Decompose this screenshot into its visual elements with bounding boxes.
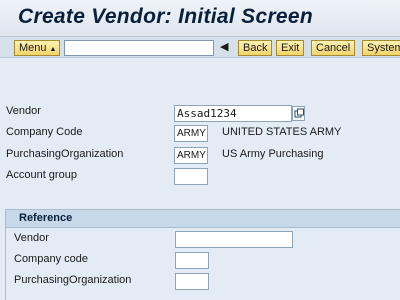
ref-vendor-label: Vendor	[14, 232, 49, 244]
reference-header: Reference	[6, 210, 400, 228]
vendor-field[interactable]: Assad1234	[174, 105, 292, 122]
command-field[interactable]	[64, 40, 214, 56]
menu-button-label: Menu	[19, 42, 47, 54]
company-code-description: UNITED STATES ARMY	[222, 126, 342, 138]
ref-company-code-field[interactable]	[175, 252, 209, 269]
ref-vendor-field[interactable]	[175, 231, 293, 248]
triangle-down-icon: ▲	[49, 46, 57, 53]
purch-org-description: US Army Purchasing	[222, 148, 324, 160]
ref-purch-org-field[interactable]	[175, 273, 209, 290]
back-button[interactable]: Back	[238, 40, 273, 56]
purch-org-label: PurchasingOrganization	[6, 148, 124, 160]
ref-purch-org-label: PurchasingOrganization	[14, 274, 132, 286]
reference-title: Reference	[19, 212, 73, 224]
title-bar: Create Vendor: Initial Screen	[0, 0, 400, 36]
purch-org-field[interactable]: ARMY	[174, 147, 208, 164]
toolbar: Menu ▲ ◀ Back Exit Cancel System	[0, 36, 400, 58]
menu-button[interactable]: Menu ▲	[14, 40, 60, 56]
account-group-field[interactable]	[174, 168, 208, 185]
account-group-label: Account group	[6, 169, 77, 181]
vendor-label: Vendor	[6, 105, 41, 117]
company-code-field[interactable]: ARMY	[174, 125, 208, 142]
ref-company-code-label: Company code	[14, 253, 88, 265]
company-code-label: Company Code	[6, 126, 83, 138]
left-arrow-icon[interactable]: ◀	[220, 40, 228, 53]
value-help-icon[interactable]	[292, 106, 305, 121]
system-button[interactable]: System	[362, 40, 400, 56]
page-title: Create Vendor: Initial Screen	[18, 5, 314, 28]
exit-button[interactable]: Exit	[276, 40, 305, 56]
cancel-button[interactable]: Cancel	[311, 40, 356, 56]
